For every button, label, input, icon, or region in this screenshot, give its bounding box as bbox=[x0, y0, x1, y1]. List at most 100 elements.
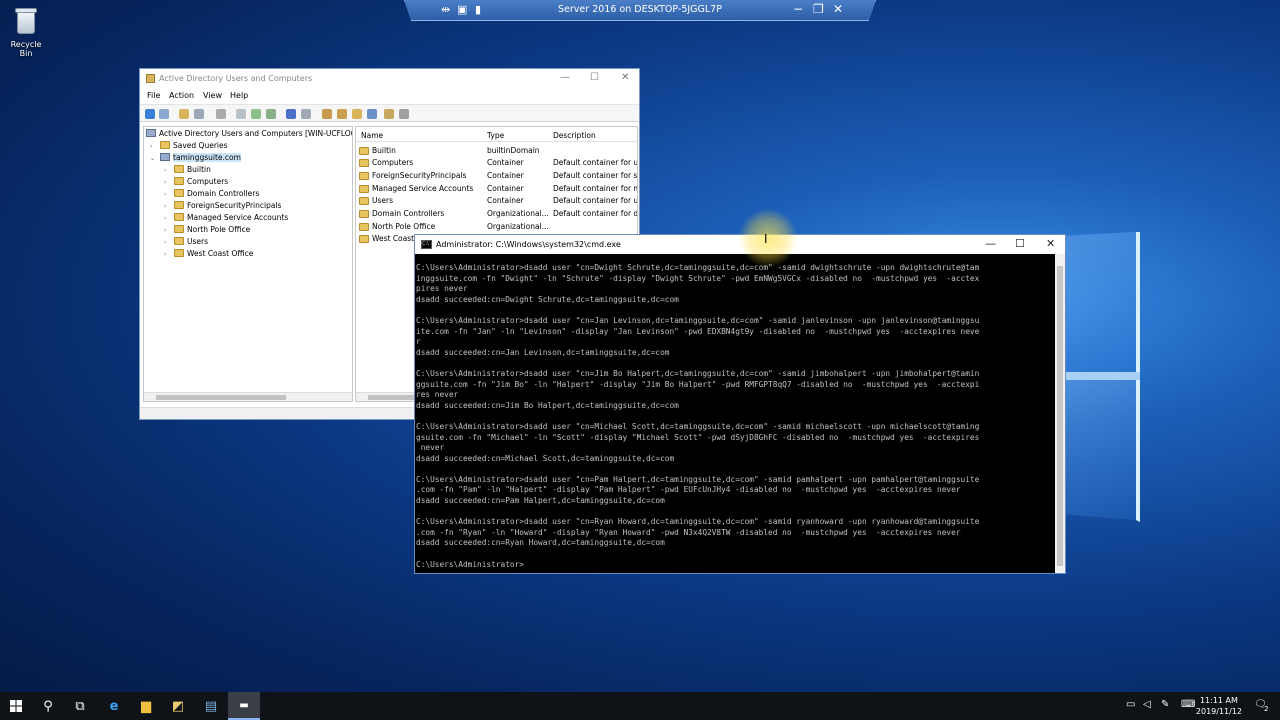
menu-action[interactable]: Action bbox=[169, 91, 194, 100]
aduc-close-button[interactable]: ✕ bbox=[621, 72, 629, 83]
console-line: .com -fn "Ryan" -ln "Howard" -display "R… bbox=[416, 527, 961, 537]
network-icon[interactable]: ▭ bbox=[1126, 699, 1135, 710]
column-description[interactable]: Description bbox=[553, 131, 596, 140]
console-line: dsadd succeeded:cn=Jan Levinson,dc=tamin… bbox=[416, 347, 670, 357]
list-item[interactable]: ForeignSecurityPrincipals Container Defaul… bbox=[356, 170, 637, 182]
column-type[interactable]: Type bbox=[487, 131, 504, 140]
rdp-restore-button[interactable]: ❐ bbox=[813, 2, 824, 16]
cursor-highlight bbox=[738, 208, 798, 268]
menu-file[interactable]: File bbox=[147, 91, 160, 100]
menu-view[interactable]: View bbox=[203, 91, 222, 100]
file-explorer-icon: ▆ bbox=[141, 698, 151, 714]
list-item[interactable]: Managed Service Accounts Container Default… bbox=[356, 183, 637, 195]
tree-root[interactable]: Active Directory Users and Computers [WI… bbox=[146, 129, 352, 141]
aduc-maximize-button[interactable]: ☐ bbox=[590, 72, 599, 83]
tree-item-north-pole-office[interactable]: › North Pole Office bbox=[164, 225, 250, 237]
tree-item-builtin[interactable]: › Builtin bbox=[164, 165, 211, 177]
aduc-minimize-button[interactable]: — bbox=[560, 72, 570, 83]
expand-icon[interactable]: › bbox=[164, 203, 174, 210]
new-user-icon[interactable] bbox=[322, 109, 332, 119]
console-line: gsuite.com -fn "Michael" -ln "Scott" -di… bbox=[416, 432, 980, 442]
console-line: C:\Users\Administrator> bbox=[416, 559, 524, 569]
tree-domain[interactable]: ⌄ taminggsuite.com bbox=[150, 153, 241, 165]
console-line: never bbox=[416, 443, 445, 453]
tree-item-users[interactable]: › Users bbox=[164, 237, 208, 249]
export-list-icon[interactable] bbox=[266, 109, 276, 119]
search-button[interactable]: ⚲ bbox=[32, 692, 64, 720]
taskbar-cmd[interactable]: ▬ bbox=[228, 692, 260, 720]
column-name[interactable]: Name bbox=[361, 131, 383, 140]
folder-icon bbox=[359, 185, 369, 193]
taskbar-internet-explorer[interactable]: e bbox=[98, 692, 130, 720]
expand-icon[interactable]: › bbox=[164, 179, 174, 186]
add-to-group-icon[interactable] bbox=[399, 109, 409, 119]
forward-icon[interactable] bbox=[159, 109, 169, 119]
taskbar-server-manager[interactable]: ◩ bbox=[162, 692, 194, 720]
list-item[interactable]: Users Container Default container for up bbox=[356, 195, 637, 207]
list-item[interactable]: North Pole Office Organizational... bbox=[356, 221, 637, 233]
folder-icon bbox=[174, 201, 184, 209]
volume-icon[interactable]: ◁ bbox=[1143, 699, 1151, 710]
rdp-close-button[interactable]: ✕ bbox=[833, 2, 843, 16]
expand-icon[interactable]: › bbox=[164, 215, 174, 222]
menu-help[interactable]: Help bbox=[230, 91, 248, 100]
task-view-button[interactable]: ⧉ bbox=[64, 692, 96, 720]
taskbar-aduc[interactable]: ▤ bbox=[195, 692, 227, 720]
rdp-title: Server 2016 on DESKTOP-5JGGL7P bbox=[558, 4, 722, 15]
list-item[interactable]: Computers Container Default container for … bbox=[356, 157, 637, 169]
tree-item-foreign-security-principals[interactable]: › ForeignSecurityPrincipals bbox=[164, 201, 281, 213]
input-icon[interactable]: ⌨ bbox=[1181, 699, 1195, 710]
console-output[interactable]: C:\Users\Administrator>dsadd user "cn=Dw… bbox=[415, 254, 1055, 573]
cmd-vscrollbar[interactable] bbox=[1055, 254, 1065, 573]
tree-item-managed-service-accounts[interactable]: › Managed Service Accounts bbox=[164, 213, 288, 225]
filter-icon[interactable] bbox=[367, 109, 377, 119]
console-icon[interactable] bbox=[301, 109, 311, 119]
cmd-maximize-button[interactable]: ☐ bbox=[1015, 237, 1025, 250]
notification-count: 2 bbox=[1264, 705, 1269, 713]
rdp-minimize-button[interactable]: − bbox=[793, 2, 803, 16]
tree-hscroll-thumb[interactable] bbox=[156, 395, 286, 400]
task-view-icon: ⧉ bbox=[75, 698, 85, 714]
pen-icon[interactable]: ✎ bbox=[1161, 699, 1169, 710]
cmd-close-button[interactable]: ✕ bbox=[1046, 237, 1055, 250]
expand-icon[interactable]: › bbox=[164, 227, 174, 234]
tree-item-domain-controllers[interactable]: › Domain Controllers bbox=[164, 189, 259, 201]
aduc-root-icon bbox=[146, 129, 156, 137]
system-clock[interactable]: 11:11 AM 2019/11/12 bbox=[1196, 695, 1242, 717]
tree-hscrollbar[interactable] bbox=[144, 392, 352, 401]
tree-saved-queries[interactable]: › Saved Queries bbox=[150, 141, 228, 153]
console-line: ggsuite.com -fn "Jim Bo" -ln "Halpert" -… bbox=[416, 379, 980, 389]
new-group-icon[interactable] bbox=[337, 109, 347, 119]
start-button[interactable] bbox=[0, 692, 32, 720]
tree-item-west-coast-office[interactable]: › West Coast Office bbox=[164, 249, 253, 261]
list-item[interactable]: Builtin builtinDomain bbox=[356, 145, 637, 157]
search-icon: ⚲ bbox=[43, 698, 53, 714]
up-folder-icon[interactable] bbox=[179, 109, 189, 119]
recycle-bin-shortcut[interactable]: Recycle Bin bbox=[4, 6, 48, 58]
collapse-icon[interactable]: ⌄ bbox=[150, 155, 160, 162]
cmd-minimize-button[interactable]: — bbox=[985, 237, 996, 250]
properties-icon[interactable] bbox=[236, 109, 246, 119]
folder-icon bbox=[359, 147, 369, 155]
expand-icon[interactable]: › bbox=[164, 167, 174, 174]
aduc-titlebar[interactable]: Active Directory Users and Computers — ☐… bbox=[140, 69, 639, 89]
list-hscroll-thumb[interactable] bbox=[368, 395, 418, 400]
list-item[interactable]: Domain Controllers Organizational... Defau… bbox=[356, 208, 637, 220]
new-ou-icon[interactable] bbox=[352, 109, 362, 119]
find-icon[interactable] bbox=[384, 109, 394, 119]
expand-icon[interactable]: › bbox=[150, 143, 160, 150]
help-icon[interactable] bbox=[286, 109, 296, 119]
delete-icon[interactable] bbox=[216, 109, 226, 119]
show-tree-icon[interactable] bbox=[194, 109, 204, 119]
taskbar-file-explorer[interactable]: ▆ bbox=[130, 692, 162, 720]
console-line: dsadd succeeded:cn=Michael Scott,dc=tami… bbox=[416, 453, 675, 463]
refresh-icon[interactable] bbox=[251, 109, 261, 119]
console-line: C:\Users\Administrator>dsadd user "cn=Ja… bbox=[416, 315, 980, 325]
console-line: pires never bbox=[416, 284, 468, 294]
tree-item-computers[interactable]: › Computers bbox=[164, 177, 228, 189]
expand-icon[interactable]: › bbox=[164, 239, 174, 246]
expand-icon[interactable]: › bbox=[164, 191, 174, 198]
back-icon[interactable] bbox=[145, 109, 155, 119]
expand-icon[interactable]: › bbox=[164, 251, 174, 258]
cmd-vscroll-thumb[interactable] bbox=[1057, 266, 1063, 566]
